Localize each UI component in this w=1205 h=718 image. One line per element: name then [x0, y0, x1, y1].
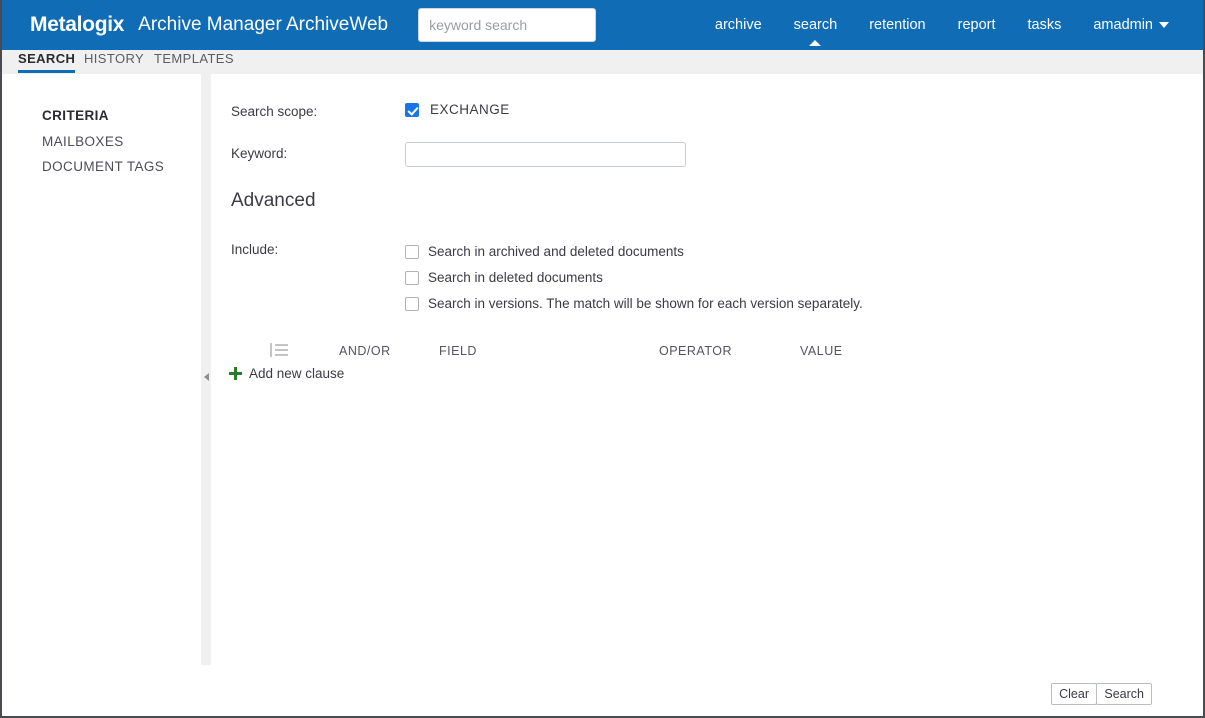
clause-table-header: AND/OR FIELD OPERATOR VALUE	[211, 340, 1203, 364]
include-archived-deleted-label: Search in archived and deleted documents	[428, 244, 684, 259]
scope-exchange-label: EXCHANGE	[430, 102, 510, 117]
sidebar-item-criteria[interactable]: CRITERIA	[2, 108, 109, 123]
main-nav: archive search retention report tasks am…	[699, 0, 1185, 50]
add-new-clause-label: Add new clause	[249, 366, 345, 381]
tab-search[interactable]: SEARCH	[18, 51, 76, 73]
search-scope-group: EXCHANGE	[405, 102, 510, 117]
nav-item-archive[interactable]: archive	[699, 0, 778, 50]
tab-active-underline	[18, 70, 76, 73]
tab-bar: SEARCH HISTORY TEMPLATES	[2, 50, 1203, 74]
tab-history[interactable]: HISTORY	[84, 51, 144, 66]
user-menu[interactable]: amadmin	[1077, 0, 1185, 50]
include-option-deleted: Search in deleted documents	[405, 270, 603, 285]
sidebar-collapse-icon[interactable]	[203, 370, 211, 384]
advanced-section-title: Advanced	[231, 190, 316, 211]
column-header-operator: OPERATOR	[659, 344, 732, 358]
user-menu-label: amadmin	[1093, 17, 1153, 33]
search-button[interactable]: Search	[1096, 683, 1152, 705]
column-header-field: FIELD	[439, 344, 477, 358]
tab-search-label: SEARCH	[18, 51, 76, 66]
include-option-archived-deleted: Search in archived and deleted documents	[405, 244, 684, 259]
keyword-input[interactable]	[405, 142, 686, 167]
keyword-label: Keyword:	[231, 146, 288, 161]
app-window: Metalogix Archive Manager ArchiveWeb arc…	[0, 0, 1205, 718]
include-archived-deleted-checkbox[interactable]	[405, 244, 419, 259]
brand-logo: Metalogix	[30, 13, 125, 36]
nav-item-search[interactable]: search	[778, 0, 854, 50]
include-versions-checkbox[interactable]	[405, 296, 419, 311]
clear-button[interactable]: Clear	[1051, 683, 1097, 705]
scope-exchange-checkbox[interactable]	[405, 102, 419, 117]
search-criteria-panel: Search scope: EXCHANGE Keyword: Advanced…	[211, 74, 1203, 665]
nav-item-report[interactable]: report	[942, 0, 1012, 50]
sidebar: CRITERIA MAILBOXES DOCUMENT TAGS	[2, 74, 201, 665]
clause-order-list-icon	[270, 343, 288, 357]
footer-bar: Clear Search	[2, 665, 1203, 716]
sidebar-item-mailboxes[interactable]: MAILBOXES	[2, 134, 124, 149]
app-title: Archive Manager ArchiveWeb	[138, 14, 389, 35]
tab-templates[interactable]: TEMPLATES	[154, 51, 234, 66]
search-scope-label: Search scope:	[231, 104, 318, 119]
include-option-versions: Search in versions. The match will be sh…	[405, 296, 863, 311]
header-search-input[interactable]	[418, 8, 597, 42]
include-versions-label: Search in versions. The match will be sh…	[428, 296, 863, 311]
column-header-value: VALUE	[800, 344, 843, 358]
app-header: Metalogix Archive Manager ArchiveWeb arc…	[2, 0, 1203, 50]
include-deleted-label: Search in deleted documents	[428, 270, 603, 285]
column-header-andor: AND/OR	[339, 344, 391, 358]
include-label: Include:	[231, 242, 279, 257]
plus-icon	[229, 367, 242, 380]
nav-item-tasks[interactable]: tasks	[1012, 0, 1078, 50]
add-new-clause-button[interactable]: Add new clause	[229, 366, 344, 381]
nav-item-retention[interactable]: retention	[853, 0, 941, 50]
sidebar-item-document-tags[interactable]: DOCUMENT TAGS	[2, 159, 164, 174]
include-deleted-checkbox[interactable]	[405, 270, 419, 285]
chevron-down-icon	[1159, 22, 1169, 29]
